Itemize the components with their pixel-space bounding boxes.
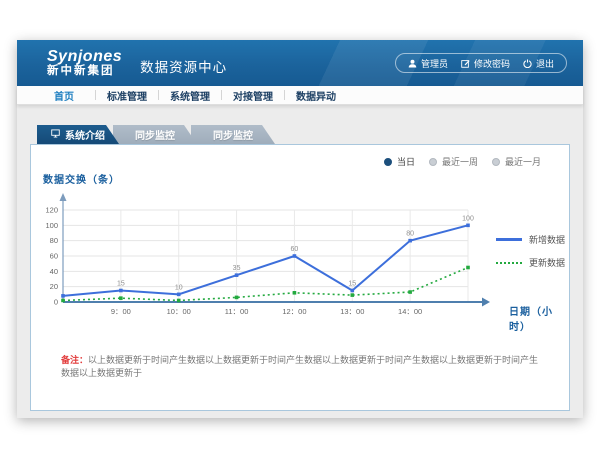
document-icon xyxy=(51,129,60,141)
nav-item-integration[interactable]: 对接管理 xyxy=(222,88,284,103)
svg-text:15: 15 xyxy=(117,281,125,288)
legend-item-updated-data: 更新数据 xyxy=(496,256,565,269)
nav-item-system[interactable]: 系统管理 xyxy=(159,88,221,103)
user-icon xyxy=(408,59,417,68)
line-chart-svg: 0 20 40 60 80 100 120 9：00 10：00 11：00 12：00 13：00 1… xyxy=(39,192,549,327)
y-axis-title: 数据交换（条） xyxy=(43,171,120,186)
radio-unselected-icon xyxy=(492,158,500,166)
brand-logo: Synjones 新中新集团 xyxy=(47,49,122,78)
svg-text:14：00: 14：00 xyxy=(398,307,422,316)
legend-label: 更新数据 xyxy=(529,256,565,269)
radio-today[interactable]: 当日 xyxy=(384,155,415,168)
chart-legend: 新增数据 更新数据 xyxy=(496,233,565,269)
change-password-button[interactable]: 修改密码 xyxy=(461,57,510,70)
change-password-label: 修改密码 xyxy=(474,57,510,70)
legend-label: 新增数据 xyxy=(529,233,565,246)
radio-selected-icon xyxy=(384,158,392,166)
svg-text:13：00: 13：00 xyxy=(340,307,364,316)
svg-text:9：00: 9：00 xyxy=(111,307,131,316)
svg-text:0: 0 xyxy=(54,298,58,307)
svg-text:100: 100 xyxy=(45,221,58,230)
app-header: Synjones 新中新集团 数据资源中心 管理员 修改密码 xyxy=(17,40,583,86)
logout-button[interactable]: 退出 xyxy=(523,57,554,70)
logo-text-cn: 新中新集团 xyxy=(47,65,122,77)
tab-label: 同步监控 xyxy=(135,127,175,142)
radio-label: 最近一月 xyxy=(505,155,541,168)
svg-text:15: 15 xyxy=(348,281,356,288)
tab-system-intro[interactable]: 系统介绍 xyxy=(37,125,119,144)
radio-label: 当日 xyxy=(397,155,415,168)
tab-sync-monitor-1[interactable]: 同步监控 xyxy=(113,125,197,144)
page-title: 数据资源中心 xyxy=(140,56,227,76)
footnote: 备注：以上数据更新于时间产生数据以上数据更新于时间产生数据以上数据更新于时间产生… xyxy=(61,354,545,379)
content-area: 系统介绍 同步监控 同步监控 当日 最近一周 xyxy=(17,105,583,418)
legend-line-solid-icon xyxy=(496,238,522,241)
tab-label: 系统介绍 xyxy=(65,127,105,142)
svg-text:80: 80 xyxy=(50,236,58,245)
edit-icon xyxy=(461,59,470,68)
svg-text:60: 60 xyxy=(291,246,299,253)
main-nav: 首页 标准管理 系统管理 对接管理 数据异动 xyxy=(17,86,583,105)
svg-text:100: 100 xyxy=(462,215,474,222)
svg-text:20: 20 xyxy=(50,282,58,291)
legend-line-dotted-icon xyxy=(496,262,522,264)
time-range-filter: 当日 最近一周 最近一月 xyxy=(384,155,541,168)
current-user-label: 管理员 xyxy=(421,57,448,70)
tab-label: 同步监控 xyxy=(213,127,253,142)
current-user[interactable]: 管理员 xyxy=(408,57,448,70)
user-menu: 管理员 修改密码 退出 xyxy=(395,53,567,73)
nav-item-standards[interactable]: 标准管理 xyxy=(96,88,158,103)
x-axis-title: 日期（小时） xyxy=(509,303,569,333)
radio-label: 最近一周 xyxy=(442,155,478,168)
radio-last-month[interactable]: 最近一月 xyxy=(492,155,541,168)
tab-bar: 系统介绍 同步监控 同步监控 xyxy=(37,125,275,144)
footnote-prefix: 备注： xyxy=(61,355,88,365)
logout-label: 退出 xyxy=(536,57,554,70)
app-window: Synjones 新中新集团 数据资源中心 管理员 修改密码 xyxy=(17,40,583,418)
footnote-text: 以上数据更新于时间产生数据以上数据更新于时间产生数据以上数据更新于时间产生数据以… xyxy=(61,355,538,378)
svg-text:11：00: 11：00 xyxy=(225,307,249,316)
svg-text:120: 120 xyxy=(45,206,58,215)
browser-viewport: Synjones 新中新集团 数据资源中心 管理员 修改密码 xyxy=(0,0,600,450)
nav-item-home[interactable]: 首页 xyxy=(33,88,95,103)
svg-text:12：00: 12：00 xyxy=(282,307,306,316)
svg-text:10: 10 xyxy=(175,284,183,291)
radio-unselected-icon xyxy=(429,158,437,166)
radio-last-week[interactable]: 最近一周 xyxy=(429,155,478,168)
legend-item-new-data: 新增数据 xyxy=(496,233,565,246)
nav-item-data-change[interactable]: 数据异动 xyxy=(285,88,347,103)
chart-panel: 当日 最近一周 最近一月 数据交换（条） 0 20 40 60 80 100 120 9：00… xyxy=(30,144,570,411)
tab-sync-monitor-2[interactable]: 同步监控 xyxy=(191,125,275,144)
svg-text:60: 60 xyxy=(50,252,58,261)
line-chart: 0 20 40 60 80 100 120 9：00 10：00 11：00 12：00 13：00 1… xyxy=(39,192,549,327)
svg-text:10：00: 10：00 xyxy=(167,307,191,316)
svg-text:80: 80 xyxy=(406,231,414,238)
svg-text:35: 35 xyxy=(233,265,241,272)
svg-text:40: 40 xyxy=(50,267,58,276)
power-icon xyxy=(523,59,532,68)
logo-text-en: Synjones xyxy=(47,49,122,66)
